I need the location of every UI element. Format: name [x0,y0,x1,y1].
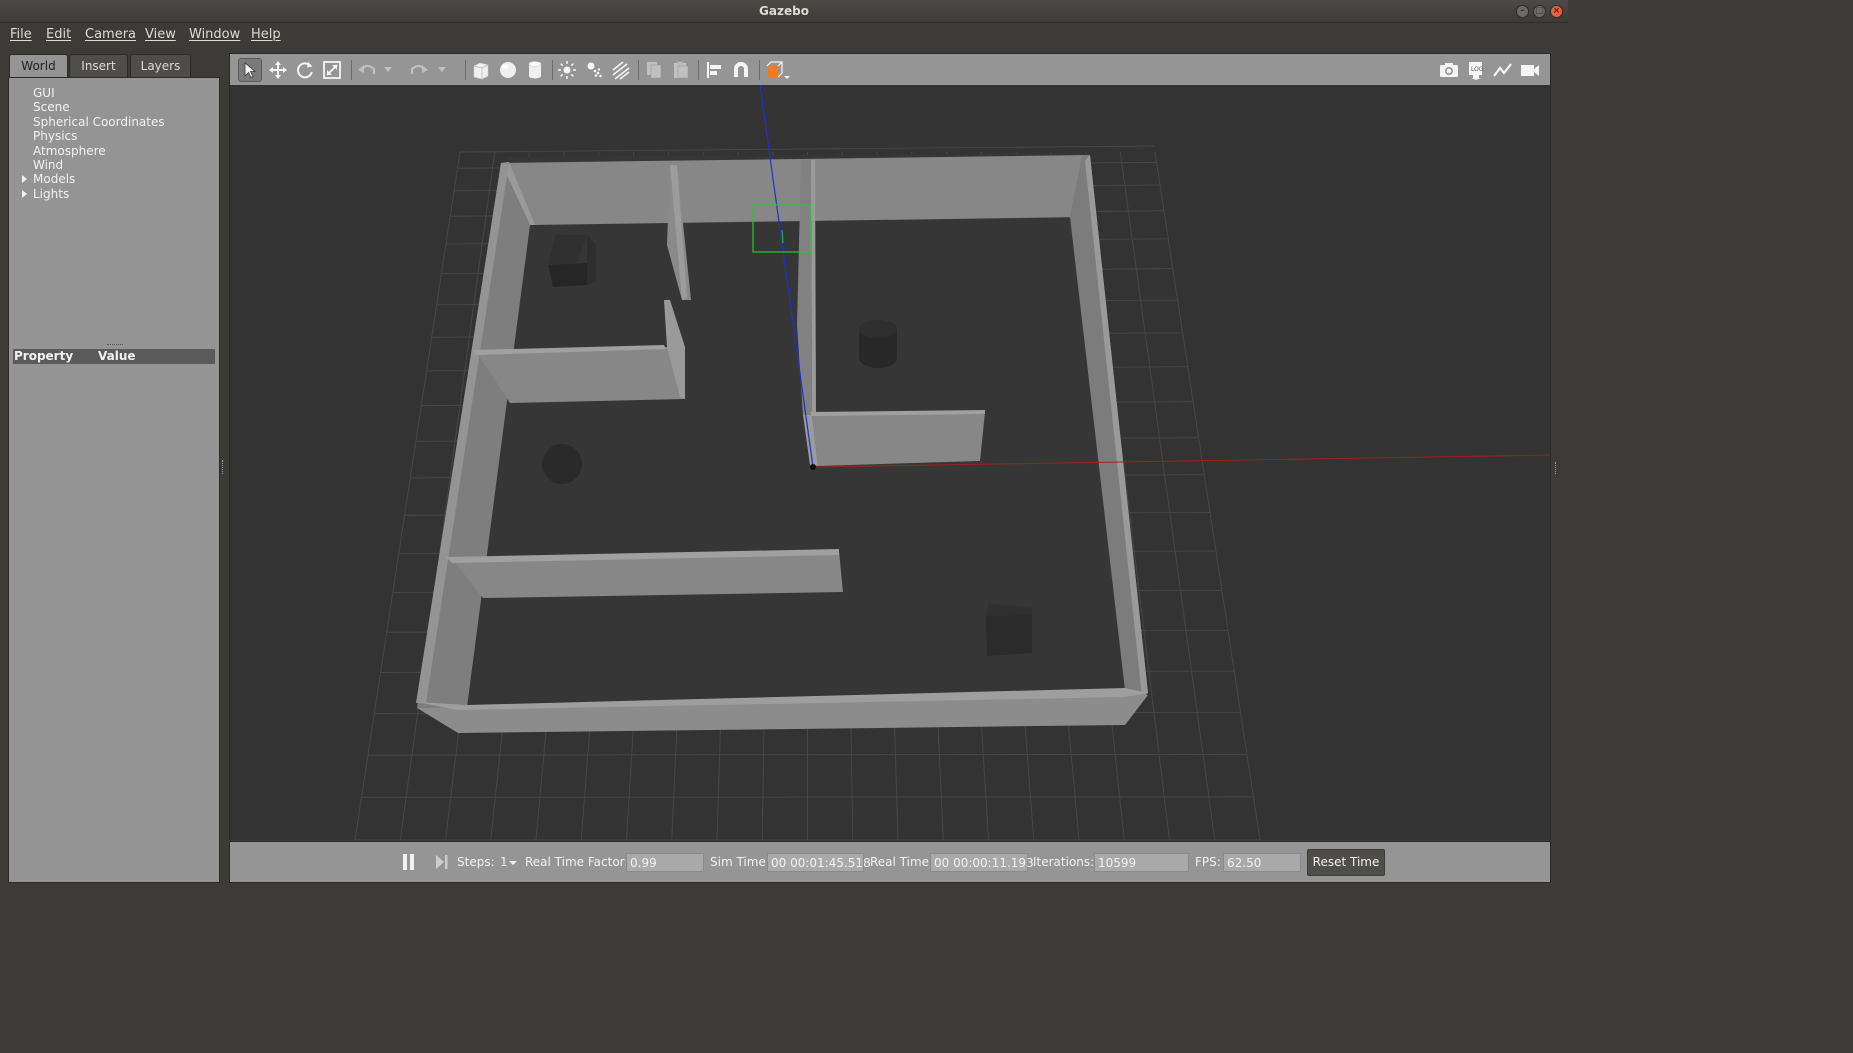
origin-marker [810,464,816,470]
minimize-icon[interactable]: – [1516,5,1529,18]
scale-tool-icon[interactable] [320,58,344,82]
sphere-model[interactable] [542,444,582,484]
point-light-icon[interactable] [555,58,579,82]
box-shape-icon[interactable] [469,58,493,82]
step-icon[interactable] [435,854,449,870]
real-time-factor-value: 0.99 [626,853,704,872]
tree-item-atmosphere[interactable]: Atmosphere [33,144,106,158]
right-splitter-handle[interactable] [1555,462,1558,474]
redo-history-dropdown-icon[interactable] [436,58,448,82]
tree-item-spherical-coordinates[interactable]: Spherical Coordinates [33,115,165,129]
toolbar-separator [698,60,699,80]
menu-help[interactable]: Help [251,27,281,42]
tree-item-lights[interactable]: Lights [33,187,69,201]
redo-icon[interactable] [407,58,431,82]
menu-window[interactable]: Window [189,27,240,42]
directional-light-icon[interactable] [609,58,633,82]
tree-item-models[interactable]: Models [33,172,75,186]
undo-icon[interactable] [355,58,379,82]
window-title: Gazebo [759,4,809,18]
iterations-value: 10599 [1094,853,1189,872]
tab-layers[interactable]: Layers [130,54,191,78]
plot-icon[interactable] [1491,58,1515,82]
fps-label: FPS: [1195,855,1221,869]
reset-time-button[interactable]: Reset Time [1307,849,1385,876]
fps-value: 62.50 [1223,853,1301,872]
log-icon[interactable]: LOG [1464,58,1488,82]
tab-insert[interactable]: Insert [69,54,128,78]
menu-edit[interactable]: Edit [46,27,71,42]
menu-view[interactable]: View [145,27,176,42]
pause-icon[interactable] [402,854,416,870]
tree-item-scene[interactable]: Scene [33,100,70,114]
grid-line [1119,151,1216,840]
tree-item-gui[interactable]: GUI [33,86,55,100]
time-panel: Steps: 1 Real Time Factor: 0.99 Sim Time… [229,841,1551,883]
paste-icon[interactable] [669,58,693,82]
left-splitter-handle[interactable] [222,460,225,474]
copy-icon[interactable] [642,58,666,82]
grid-line [354,151,461,840]
inner-wall-d [812,412,985,466]
sphere-shape-icon[interactable] [496,58,520,82]
value-column-header: Value [98,349,136,363]
toolbar-separator [759,60,760,80]
world-panel: GUI Scene Spherical Coordinates Physics … [8,77,220,883]
real-time-factor-label: Real Time Factor: [525,855,629,869]
title-bar: Gazebo – □ × [0,0,1568,23]
outer-wall-top [501,155,1090,225]
toolbar-separator [465,60,466,80]
toolbar-separator [638,60,639,80]
translate-tool-icon[interactable] [266,58,290,82]
sim-time-label: Sim Time: [710,855,770,869]
select-tool-icon[interactable] [238,58,262,82]
menu-camera[interactable]: Camera [85,27,136,42]
maximize-icon[interactable]: □ [1533,5,1546,18]
screenshot-camera-icon[interactable] [1437,58,1461,82]
close-icon[interactable]: × [1550,5,1563,18]
steps-dropdown-icon[interactable] [509,861,517,865]
main-toolbar: LOG [229,53,1551,85]
inner-wall-b [477,347,685,403]
box-model[interactable] [548,263,587,287]
box-model-2[interactable] [986,615,1032,656]
toolbar-separator [351,60,352,80]
steps-label: Steps: [457,855,495,869]
property-column-header: Property [14,349,74,363]
snap-magnet-icon[interactable] [729,58,753,82]
real-time-value: 00 00:00:11.193 [930,853,1034,872]
grid-line [1154,151,1261,840]
iterations-label: Iterations: [1033,855,1095,869]
grid-line [459,145,1156,153]
spot-light-icon[interactable] [582,58,606,82]
rotate-tool-icon[interactable] [293,58,317,82]
view-angle-icon[interactable] [762,58,792,82]
menu-bar: File Edit Camera View Window Help [0,23,1568,46]
real-time-label: Real Time: [870,855,934,869]
expand-arrow-icon[interactable] [22,190,27,198]
menu-file[interactable]: File [10,27,32,42]
cylinder-shape-icon[interactable] [523,58,547,82]
panel-splitter-handle[interactable] [107,344,123,346]
expand-arrow-icon[interactable] [22,175,27,183]
tree-item-physics[interactable]: Physics [33,129,77,143]
svg-text:LOG: LOG [1471,66,1484,73]
video-record-icon[interactable] [1518,58,1542,82]
property-table-header: Property Value [13,349,215,364]
align-icon[interactable] [702,58,726,82]
undo-history-dropdown-icon[interactable] [382,58,394,82]
tab-world[interactable]: World [9,54,68,78]
tree-item-wind[interactable]: Wind [33,158,63,172]
scene-render [354,85,1550,840]
3d-viewport[interactable] [229,85,1551,840]
sim-time-value: 00 00:01:45.518 [767,853,871,872]
toolbar-separator [552,60,553,80]
steps-value[interactable]: 1 [500,855,508,869]
